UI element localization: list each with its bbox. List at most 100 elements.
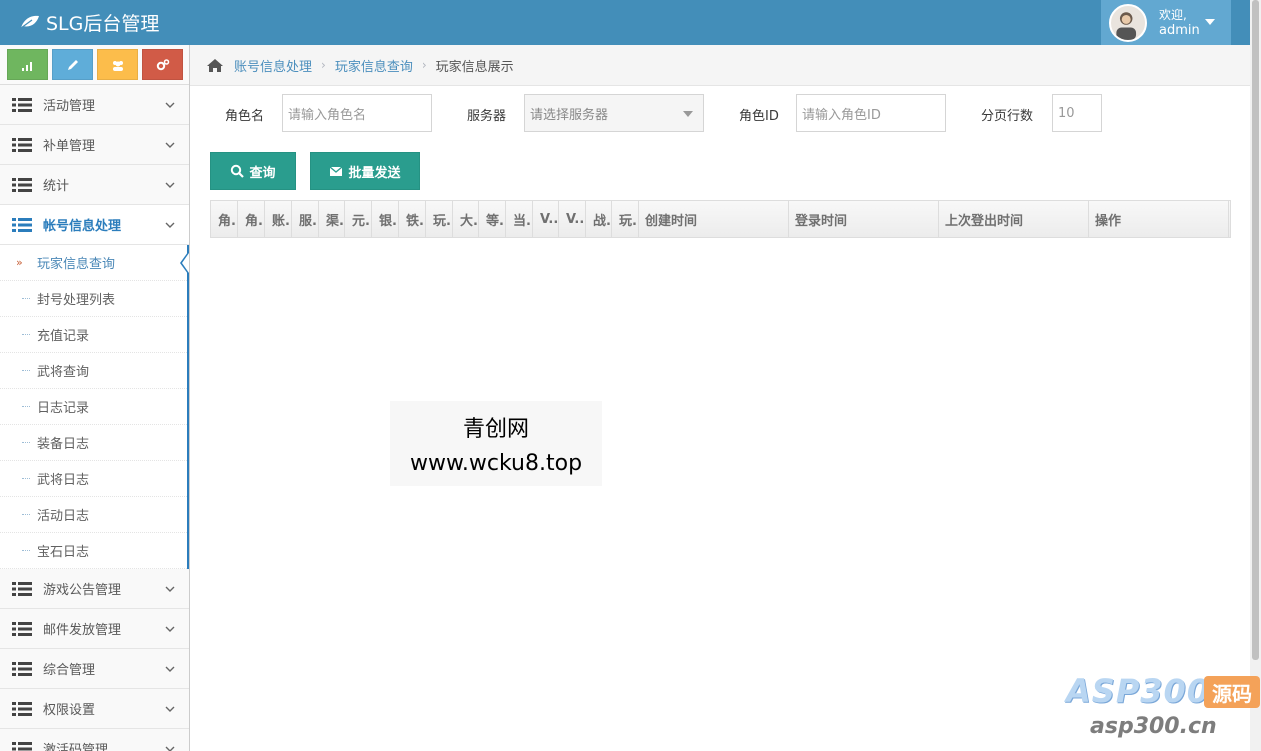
table-column-header[interactable]: 玩. — [612, 201, 639, 237]
signal-icon — [21, 61, 32, 71]
sidebar-subitem[interactable]: 装备日志 — [0, 425, 187, 461]
sidebar-item[interactable]: 补单管理 — [0, 125, 189, 165]
chevron-down-icon — [165, 626, 175, 632]
breadcrumb-link-player-query[interactable]: 玩家信息查询 — [335, 56, 413, 75]
table-column-header[interactable]: 操作 — [1089, 201, 1229, 237]
search-form: 角色名 请输入角色名 服务器 请选择服务器 角色ID 请输入角色ID 分页行数 … — [190, 94, 1250, 132]
sidebar-item-label: 激活码管理 — [43, 743, 109, 751]
cogs-icon — [156, 58, 169, 70]
breadcrumb-link-account[interactable]: 账号信息处理 — [234, 56, 312, 75]
user-menu[interactable]: 欢迎, admin — [1101, 0, 1231, 45]
corner-logo-brand: ASP300 — [1066, 672, 1211, 710]
breadcrumb: 账号信息处理 › 玩家信息查询 › 玩家信息展示 — [190, 45, 1250, 86]
table-column-header[interactable]: 大. — [453, 201, 479, 237]
watermark-line-1: 青创网 — [462, 417, 529, 442]
sidebar-item-label: 权限设置 — [43, 703, 96, 718]
table-column-header[interactable]: 服. — [292, 201, 319, 237]
sidebar-subitem[interactable]: 日志记录 — [0, 389, 187, 425]
welcome-text: 欢迎, — [1159, 7, 1187, 22]
list-icon — [12, 621, 32, 636]
sidebar-item[interactable]: 帐号信息处理 — [0, 205, 189, 245]
page-scrollbar[interactable] — [1250, 0, 1261, 751]
table-column-header[interactable]: 玩. — [426, 201, 453, 237]
breadcrumb-separator-icon: › — [321, 58, 326, 72]
table-column-header[interactable]: 等. — [479, 201, 506, 237]
sidebar-subitem[interactable]: » 玩家信息查询 — [0, 245, 189, 281]
sidebar-subitem[interactable]: 武将查询 — [0, 353, 187, 389]
list-icon — [12, 217, 32, 232]
sidebar-item[interactable]: 权限设置 — [0, 689, 189, 729]
chevron-down-icon — [165, 142, 175, 148]
role-id-input[interactable]: 请输入角色ID — [796, 94, 946, 132]
chevron-down-icon — [165, 746, 175, 751]
shortcut-users-button[interactable] — [97, 49, 138, 80]
sidebar-subitem[interactable]: 宝石日志 — [0, 533, 187, 569]
chevron-down-icon — [165, 222, 175, 228]
sidebar-item[interactable]: 游戏公告管理 — [0, 569, 189, 609]
table-column-header[interactable]: 银. — [372, 201, 399, 237]
table-column-header[interactable]: V.. — [559, 201, 586, 237]
avatar — [1109, 3, 1147, 42]
home-icon[interactable] — [206, 58, 224, 73]
sidebar: 活动管理 补单管理 统计帐号信息处理 » 玩家信息查询 封号处理列表 充值记录武将查询日志… — [0, 45, 190, 751]
table-column-header[interactable]: 元. — [345, 201, 372, 237]
caret-down-icon — [1205, 19, 1215, 25]
sidebar-item[interactable]: 综合管理 — [0, 649, 189, 689]
sidebar-item[interactable]: 统计 — [0, 165, 189, 205]
sidebar-subitem-label: 玩家信息查询 — [37, 257, 116, 272]
chevron-down-icon — [165, 666, 175, 672]
sidebar-subitem[interactable]: 充值记录 — [0, 317, 187, 353]
sidebar-item-label: 综合管理 — [43, 663, 96, 678]
shortcut-signal-button[interactable] — [7, 49, 48, 80]
sidebar-subitem-label: 装备日志 — [37, 437, 90, 452]
query-button[interactable]: 查询 — [210, 152, 296, 190]
table-column-header[interactable]: 角. — [211, 201, 238, 237]
brand[interactable]: SLG后台管理 — [20, 8, 159, 36]
table-column-header[interactable]: 当. — [506, 201, 533, 237]
role-name-input[interactable]: 请输入角色名 — [282, 94, 432, 132]
table-column-header[interactable]: 创建时间 — [639, 201, 789, 237]
sidebar-subitem-label: 日志记录 — [37, 401, 90, 416]
app-title: SLG后台管理 — [46, 12, 160, 35]
table-column-header[interactable]: 角. — [238, 201, 265, 237]
sidebar-subitem[interactable]: 武将日志 — [0, 461, 187, 497]
sidebar-item[interactable]: 邮件发放管理 — [0, 609, 189, 649]
sidebar-item-label: 帐号信息处理 — [43, 219, 122, 234]
shortcut-cogs-button[interactable] — [142, 49, 183, 80]
sidebar-subitem-label: 武将查询 — [37, 365, 90, 380]
page-rows-input[interactable]: 10 — [1052, 94, 1102, 132]
sidebar-item[interactable]: 激活码管理 — [0, 729, 189, 751]
server-select[interactable]: 请选择服务器 — [524, 94, 704, 132]
breadcrumb-current: 玩家信息展示 — [435, 59, 514, 75]
watermark: 青创网 www.wcku8.top — [390, 401, 602, 486]
scrollbar-thumb[interactable] — [1252, 0, 1259, 660]
sidebar-subitem[interactable]: 活动日志 — [0, 497, 187, 533]
sidebar-subitem-label: 武将日志 — [37, 473, 90, 488]
sidebar-item-label: 邮件发放管理 — [43, 623, 122, 638]
batch-send-button-label: 批量发送 — [348, 165, 401, 181]
table-column-header[interactable]: 上次登出时间 — [939, 201, 1089, 237]
page-rows-label: 分页行数 — [981, 109, 1034, 124]
sidebar-subitem-label: 活动日志 — [37, 509, 90, 524]
role-name-label: 角色名 — [225, 109, 265, 124]
submenu: » 玩家信息查询 封号处理列表 充值记录武将查询日志记录装备日志武将日志活动日志宝石日… — [0, 245, 189, 569]
table-column-header[interactable]: 账. — [265, 201, 292, 237]
table-column-header[interactable]: 登录时间 — [789, 201, 939, 237]
username: admin — [1159, 22, 1200, 38]
role-id-label: 角色ID — [739, 109, 779, 124]
shortcut-pencil-button[interactable] — [52, 49, 93, 80]
table-column-header[interactable]: 铁. — [399, 201, 426, 237]
table-column-header[interactable]: 战. — [586, 201, 612, 237]
leaf-icon — [20, 15, 39, 29]
active-marker — [180, 252, 189, 274]
list-icon — [12, 137, 32, 152]
sidebar-item[interactable]: 活动管理 — [0, 85, 189, 125]
table-column-header[interactable]: V.. — [533, 201, 559, 237]
sidebar-subitem[interactable]: 封号处理列表 — [0, 281, 187, 317]
batch-send-button[interactable]: 批量发送 — [310, 152, 420, 190]
search-icon — [231, 164, 245, 178]
list-icon — [12, 701, 32, 716]
sidebar-subitem-label: 宝石日志 — [37, 545, 90, 560]
main-content: 账号信息处理 › 玩家信息查询 › 玩家信息展示 角色名 请输入角色名 服务器 … — [190, 45, 1250, 751]
table-column-header[interactable]: 渠. — [319, 201, 345, 237]
